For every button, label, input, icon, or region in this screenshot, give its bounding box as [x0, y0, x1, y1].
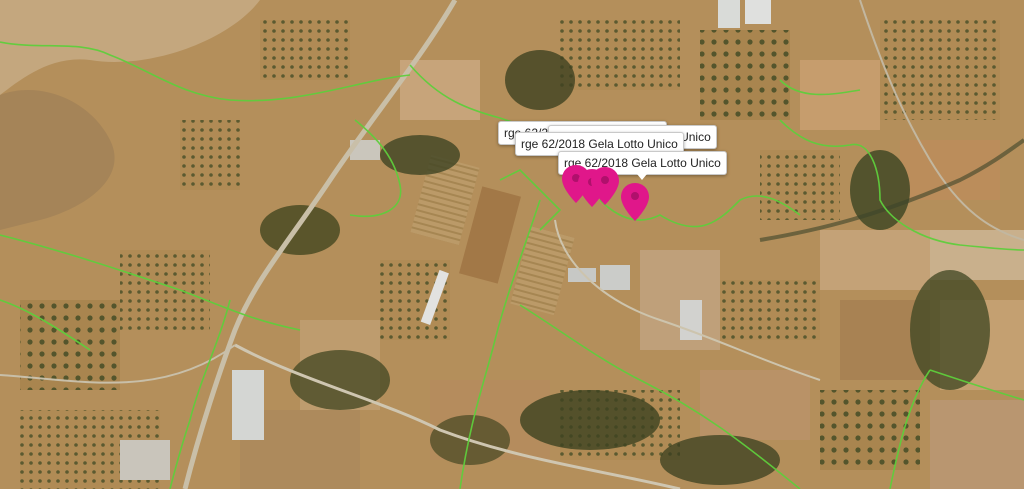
map-pin-icon[interactable] [590, 166, 620, 206]
satellite-imagery [0, 0, 1024, 489]
satellite-map[interactable]: rge 62/2018 Gela Lotto Unico rge 62/2018… [0, 0, 1024, 489]
map-pin-icon[interactable] [620, 182, 650, 222]
